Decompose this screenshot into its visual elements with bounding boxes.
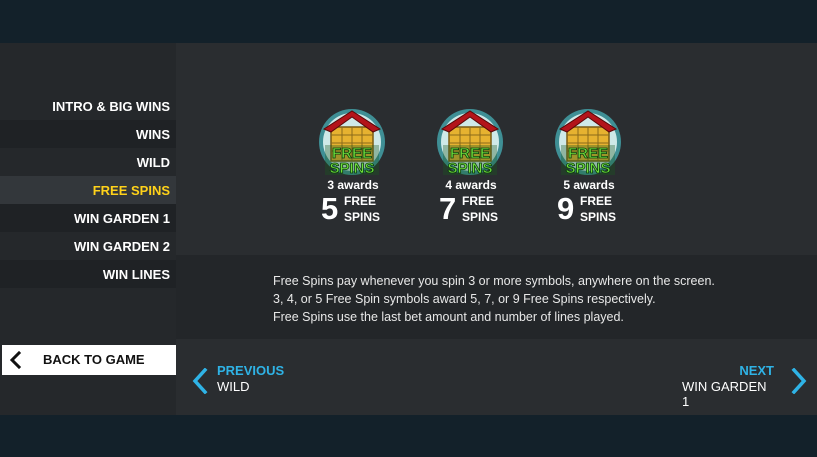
sidebar-item-intro-big-wins[interactable]: INTRO & BIG WINS [0,92,176,120]
free-spins-unit-line1: FREE [462,194,495,208]
award-3-symbols: FREE SPINS 3 awards 5 FREE SPINS [293,105,413,226]
sidebar-item-label: INTRO & BIG WINS [52,98,170,114]
previous-page-name: WILD [217,379,250,394]
svg-text:SPINS: SPINS [329,160,374,177]
description-line: Free Spins use the last bet amount and n… [273,310,624,324]
previous-label: PREVIOUS [217,363,285,378]
svg-text:SPINS: SPINS [565,160,610,177]
sidebar-item-label: FREE SPINS [92,182,170,198]
sidebar-item-win-garden-1[interactable]: WIN GARDEN 1 [0,204,176,232]
chevron-right-icon [791,368,807,394]
sidebar: INTRO & BIG WINS WINS WILD FREE SPINS WI… [0,43,176,415]
sidebar-item-free-spins[interactable]: FREE SPINS [0,176,176,204]
awards-label: 3 awards [327,178,379,192]
free-spins-unit-line2: SPINS [462,210,499,224]
content-area: FREE SPINS 3 awards 5 FREE SPINS FREE SP… [176,43,817,415]
next-label: NEXT [739,363,774,378]
previous-page-button[interactable]: PREVIOUS WILD [192,363,312,403]
sidebar-item-label: WINS [136,126,170,142]
free-spins-count: 9 [557,191,575,226]
free-spins-unit-line1: FREE [344,194,377,208]
free-spins-count: 5 [321,191,339,226]
description-line: Free Spins pay whenever you spin 3 or mo… [273,274,715,288]
sidebar-item-win-lines[interactable]: WIN LINES [0,260,176,288]
sidebar-item-wild[interactable]: WILD [0,148,176,176]
back-to-game-label: BACK TO GAME [43,352,145,367]
award-4-symbols: FREE SPINS 4 awards 7 FREE SPINS [411,105,531,226]
free-spins-symbol-icon: FREE SPINS [437,109,503,177]
description-line: 3, 4, or 5 Free Spin symbols award 5, 7,… [273,292,656,306]
next-page-button[interactable]: NEXT WIN GARDEN 1 [682,363,807,409]
chevron-left-icon [192,368,208,394]
sidebar-item-wins[interactable]: WINS [0,120,176,148]
free-spins-symbol-icon: FREE SPINS [319,109,385,177]
back-to-game-button[interactable]: BACK TO GAME [2,345,176,375]
description-box: Free Spins pay whenever you spin 3 or mo… [176,255,817,339]
next-page-name: WIN GARDEN 1 [682,379,767,409]
sidebar-item-label: WILD [136,154,170,170]
sidebar-item-label: WIN GARDEN 2 [73,238,170,254]
award-5-symbols: FREE SPINS 5 awards 9 FREE SPINS [529,105,649,226]
paytable-panel: INTRO & BIG WINS WINS WILD FREE SPINS WI… [0,43,817,415]
sidebar-item-label: WIN GARDEN 1 [73,210,170,226]
sidebar-item-win-garden-2[interactable]: WIN GARDEN 2 [0,232,176,260]
sidebar-item-label: WIN LINES [102,266,170,282]
free-spins-symbol-icon: FREE SPINS [555,109,621,177]
free-spins-count: 7 [439,191,457,226]
svg-text:SPINS: SPINS [447,160,492,177]
free-spins-unit-line2: SPINS [580,210,617,224]
awards-label: 5 awards [563,178,615,192]
awards-label: 4 awards [445,178,497,192]
chevron-left-icon [9,351,22,369]
free-spins-unit-line2: SPINS [344,210,381,224]
free-spins-unit-line1: FREE [580,194,613,208]
